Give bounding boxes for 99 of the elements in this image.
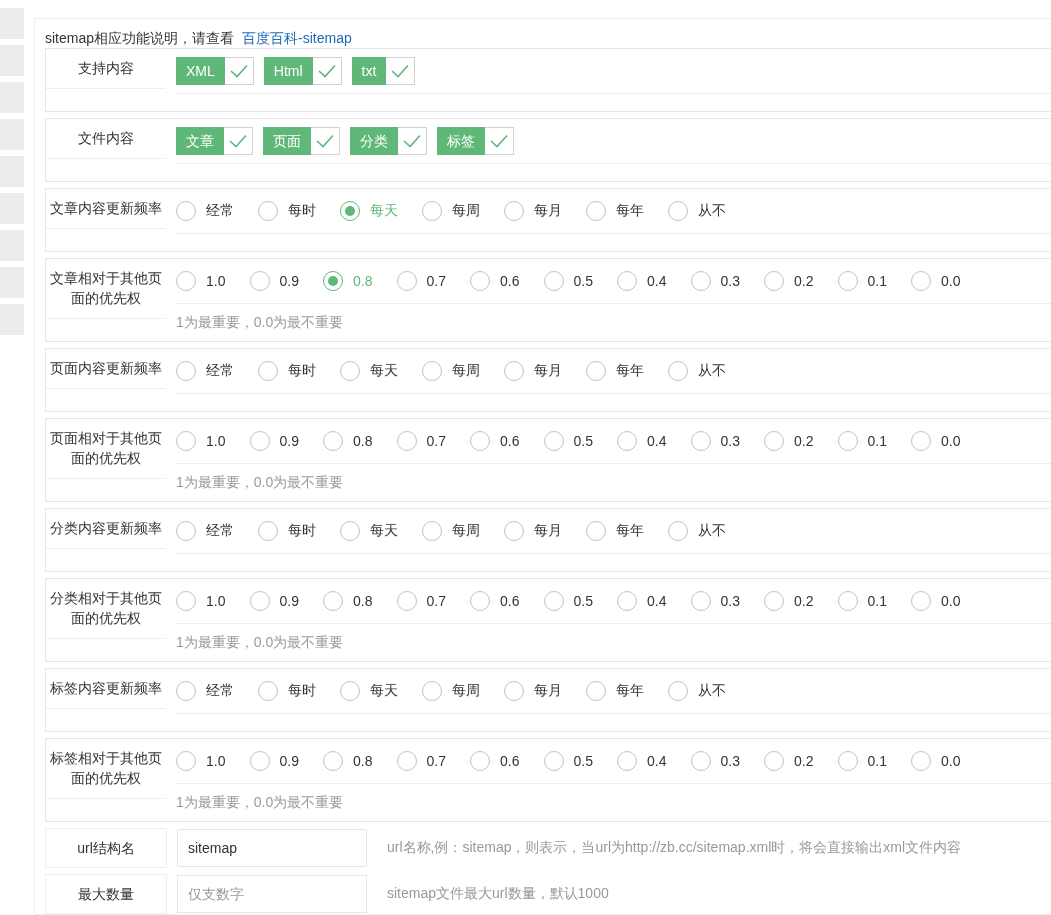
radio-option[interactable]: 每时 <box>258 361 340 381</box>
check-icon <box>317 64 336 78</box>
radio-option[interactable]: 0.4 <box>617 271 691 291</box>
radio-option[interactable]: 0.0 <box>911 591 985 611</box>
field-label: 支持内容 <box>46 49 166 89</box>
radio-option[interactable]: 每月 <box>504 201 586 221</box>
field-label: 文章内容更新频率 <box>46 189 166 229</box>
radio-option[interactable]: 0.3 <box>690 751 764 771</box>
radio-option[interactable]: 0.8 <box>323 591 397 611</box>
radio-option[interactable]: 每周 <box>422 521 504 541</box>
radio-option[interactable]: 0.4 <box>617 751 691 771</box>
radio-option[interactable]: 经常 <box>176 521 258 541</box>
radio-option[interactable]: 0.6 <box>470 431 544 451</box>
radio-option[interactable]: 0.9 <box>249 431 323 451</box>
radio-option[interactable]: 经常 <box>176 361 258 381</box>
radio-option[interactable]: 经常 <box>176 681 258 701</box>
radio-option[interactable]: 每年 <box>586 201 668 221</box>
radio-option[interactable]: 1.0 <box>176 751 250 771</box>
radio-option[interactable]: 每时 <box>258 201 340 221</box>
radio-option[interactable]: 0.6 <box>470 271 544 291</box>
radio-option[interactable]: 1.0 <box>176 431 250 451</box>
field-label: url结构名 <box>45 828 167 868</box>
radio-option[interactable]: 每周 <box>422 361 504 381</box>
radio-option[interactable]: 0.6 <box>470 591 544 611</box>
radio-option[interactable]: 0.1 <box>837 751 911 771</box>
radio-option[interactable]: 0.4 <box>617 431 691 451</box>
field-hint: url名称,例：sitemap，则表示，当url为http://zb.cc/sitemap.xml时，将会直接输出xml文件内容 <box>387 839 962 857</box>
radio-option[interactable]: 每时 <box>258 521 340 541</box>
radio-option[interactable]: 0.2 <box>764 431 838 451</box>
radio-option[interactable]: 0.1 <box>837 591 911 611</box>
radio-option[interactable]: 从不 <box>668 361 750 381</box>
radio-option[interactable]: 0.7 <box>396 591 470 611</box>
radio-option[interactable]: 从不 <box>668 521 750 541</box>
radio-option[interactable]: 经常 <box>176 201 258 221</box>
check-icon <box>229 134 247 148</box>
radio-option[interactable]: 0.5 <box>543 431 617 451</box>
check-icon <box>391 64 410 78</box>
radio-option[interactable]: 0.0 <box>911 271 985 291</box>
radio-option[interactable]: 0.9 <box>249 751 323 771</box>
radio-option[interactable]: 每月 <box>504 521 586 541</box>
radio-option[interactable]: 每天 <box>340 521 422 541</box>
field-label: 页面相对于其他页面的优先权 <box>46 419 166 479</box>
radio-option[interactable]: 每周 <box>422 681 504 701</box>
intro-text: sitemap相应功能说明，请查看 <box>45 29 235 48</box>
radio-option[interactable]: 0.2 <box>764 751 838 771</box>
radio-option[interactable]: 0.0 <box>911 431 985 451</box>
radio-option[interactable]: 0.0 <box>911 751 985 771</box>
radio-option[interactable]: 0.3 <box>690 271 764 291</box>
radio-option[interactable]: 从不 <box>668 681 750 701</box>
check-icon <box>316 134 334 148</box>
radio-option[interactable]: 0.2 <box>764 591 838 611</box>
radio-option[interactable]: 每天 <box>340 361 422 381</box>
radio-option[interactable]: 每天 <box>340 681 422 701</box>
check-icon <box>229 64 248 78</box>
field-label: 分类内容更新频率 <box>46 509 166 549</box>
radio-option[interactable]: 0.5 <box>543 591 617 611</box>
radio-option[interactable]: 0.8 <box>323 751 397 771</box>
field-hint: 1为最重要，0.0为最不重要 <box>176 474 344 490</box>
radio-option[interactable]: 0.8 <box>323 431 397 451</box>
radio-option[interactable]: 从不 <box>668 201 750 221</box>
radio-option[interactable]: 1.0 <box>176 271 250 291</box>
radio-option[interactable]: 0.5 <box>543 751 617 771</box>
input-field[interactable]: sitemap <box>177 829 367 867</box>
radio-option[interactable]: 0.9 <box>249 271 323 291</box>
field-label: 文件内容 <box>46 119 166 159</box>
radio-option[interactable]: 0.3 <box>690 591 764 611</box>
field-label: 文章相对于其他页面的优先权 <box>46 259 166 319</box>
help-link[interactable]: 百度百科-sitemap <box>242 28 352 48</box>
field-hint: 1为最重要，0.0为最不重要 <box>176 794 344 810</box>
field-hint: sitemap文件最大url数量，默认1000 <box>387 885 609 903</box>
radio-option[interactable]: 0.5 <box>543 271 617 291</box>
radio-option[interactable]: 每周 <box>422 201 504 221</box>
radio-option[interactable]: 0.3 <box>690 431 764 451</box>
radio-option[interactable]: 每时 <box>258 681 340 701</box>
radio-option[interactable]: 1.0 <box>176 591 250 611</box>
radio-option[interactable]: 0.4 <box>617 591 691 611</box>
field-label: 分类相对于其他页面的优先权 <box>46 579 166 639</box>
check-icon <box>403 134 421 148</box>
radio-option[interactable]: 每月 <box>504 361 586 381</box>
radio-option[interactable]: 0.1 <box>837 271 911 291</box>
field-hint: 1为最重要，0.0为最不重要 <box>176 314 344 330</box>
input-field[interactable]: 仅支数字 <box>177 875 367 913</box>
field-hint: 1为最重要，0.0为最不重要 <box>176 634 344 650</box>
radio-option[interactable]: 0.2 <box>764 271 838 291</box>
field-label: 最大数量 <box>45 874 167 914</box>
radio-option[interactable]: 每年 <box>586 681 668 701</box>
field-label: 标签相对于其他页面的优先权 <box>46 739 166 799</box>
radio-option[interactable]: 0.9 <box>249 591 323 611</box>
radio-option[interactable]: 0.6 <box>470 751 544 771</box>
field-label: 页面内容更新频率 <box>46 349 166 389</box>
radio-option[interactable]: 0.7 <box>396 751 470 771</box>
radio-option[interactable]: 每月 <box>504 681 586 701</box>
radio-option[interactable]: 每年 <box>586 521 668 541</box>
radio-option[interactable]: 每年 <box>586 361 668 381</box>
radio-option[interactable]: 0.7 <box>396 271 470 291</box>
radio-option[interactable]: 0.7 <box>396 431 470 451</box>
radio-option[interactable]: 0.1 <box>837 431 911 451</box>
check-icon <box>490 134 508 148</box>
field-label: 标签内容更新频率 <box>46 669 166 709</box>
